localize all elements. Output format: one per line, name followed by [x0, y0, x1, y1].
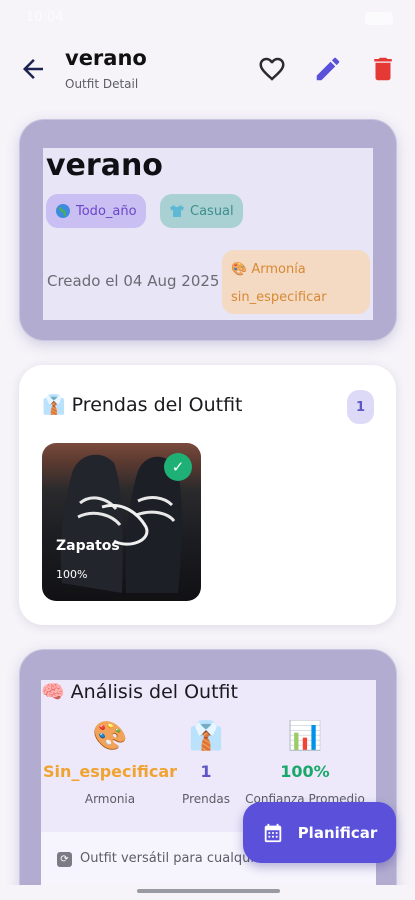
created-date: Creado el 04 Aug 2025	[47, 272, 220, 290]
globe-icon	[56, 204, 70, 218]
palette-icon: 🎨	[231, 262, 248, 277]
style-chip-label: Casual	[190, 203, 234, 219]
season-chip: Todo_año	[46, 194, 146, 228]
heart-outline-icon	[259, 57, 285, 81]
status-time: 10:04	[26, 10, 64, 25]
harmony-chip-label: Armonía	[251, 262, 306, 277]
stat-confidence-value: 100%	[280, 762, 330, 781]
harmony-chip: 🎨 Armonía sin_especificar	[222, 250, 370, 314]
status-bar: 10:04	[0, 0, 415, 36]
delete-button[interactable]	[368, 54, 398, 84]
style-chip: Casual	[160, 194, 243, 228]
repeat-icon: ⟳	[57, 852, 72, 867]
stat-harmony-value: Sin_especificar	[42, 762, 178, 781]
items-section-title: 👔 Prendas del Outfit	[42, 393, 243, 417]
bar-chart-icon: 📊	[287, 719, 323, 752]
analysis-section-title-text: Análisis del Outfit	[70, 680, 238, 703]
palette-icon: 🎨	[92, 719, 128, 752]
calendar-icon	[264, 823, 281, 842]
page-subtitle: Outfit Detail	[65, 77, 139, 91]
trash-icon	[374, 57, 392, 81]
plan-button[interactable]: Planificar	[243, 802, 396, 863]
items-count-badge: 1	[347, 390, 374, 424]
suit-icon: 👔	[42, 394, 66, 416]
analysis-section-title: 🧠 Análisis del Outfit	[41, 680, 238, 704]
stat-confidence: 📊 100% Confianza Promedio	[237, 718, 373, 806]
harmony-chip-value: sin_especificar	[231, 290, 327, 305]
arrow-back-icon	[23, 59, 43, 79]
page-title: verano	[65, 46, 147, 70]
stat-harmony: 🎨 Sin_especificar Armonia	[37, 718, 183, 806]
tshirt-icon	[170, 205, 184, 217]
summary-content: verano Todo_año Casual Creado el 04 Aug …	[43, 148, 373, 320]
stat-harmony-label: Armonia	[84, 792, 136, 806]
outfit-summary-card: verano Todo_año Casual Creado el 04 Aug …	[20, 120, 396, 340]
outfit-item-card[interactable]: ✓ Zapatos 100%	[42, 443, 201, 601]
season-chip-label: Todo_año	[76, 203, 137, 219]
suit-icon: 👔	[188, 719, 224, 752]
item-name: Zapatos	[56, 538, 120, 554]
brain-icon: 🧠	[41, 681, 65, 703]
selected-check-icon: ✓	[164, 453, 192, 481]
stat-items-value: 1	[200, 762, 212, 781]
stat-items: 👔 1 Prendas	[179, 718, 233, 806]
item-percent: 100%	[56, 568, 88, 581]
edit-button[interactable]	[313, 54, 343, 84]
battery-icon	[365, 12, 393, 25]
items-section-title-text: Prendas del Outfit	[71, 393, 243, 416]
home-indicator[interactable]	[137, 889, 280, 893]
pencil-icon	[316, 57, 340, 81]
outfit-items-card: 👔 Prendas del Outfit 1 ✓ Zapatos 100%	[19, 365, 396, 625]
favorite-button[interactable]	[257, 54, 287, 84]
analysis-content: 🧠 Análisis del Outfit 🎨 Sin_especificar …	[41, 680, 376, 900]
plan-button-label: Planificar	[297, 823, 378, 842]
outfit-title: verano	[46, 148, 163, 183]
app-bar: verano Outfit Detail	[0, 40, 415, 100]
back-button[interactable]	[18, 54, 48, 84]
stat-items-label: Prendas	[182, 792, 230, 806]
